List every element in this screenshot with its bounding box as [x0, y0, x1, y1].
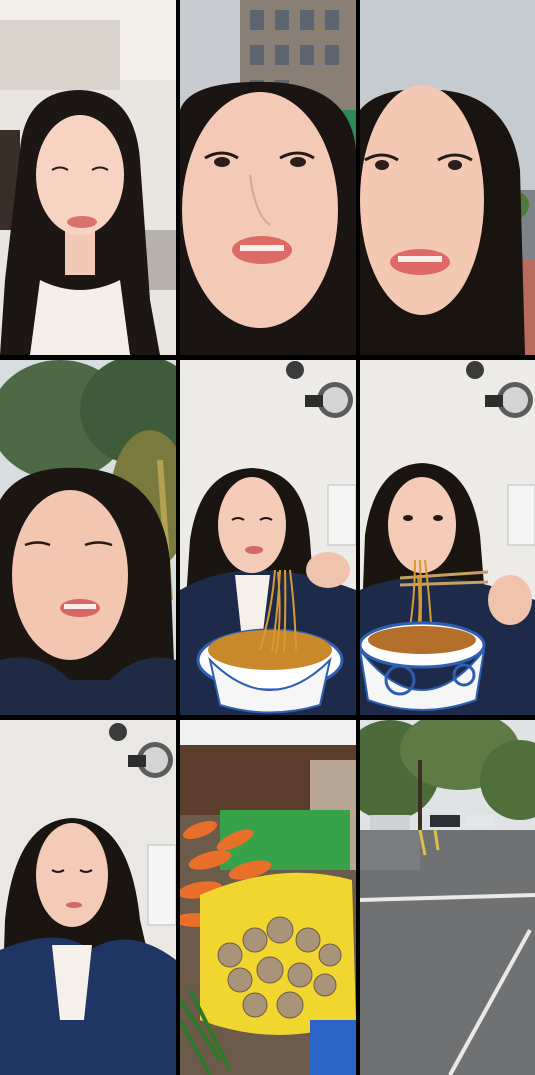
photo-eating-noodles-bite[interactable] — [360, 360, 535, 715]
photo-market-vegetables[interactable] — [180, 720, 356, 1075]
photo-selfie-indoor[interactable] — [0, 0, 176, 355]
photo-selfie-closeup-building[interactable]: 天 — [180, 0, 356, 355]
photo-empty-street[interactable] — [360, 720, 535, 1075]
photo-eating-noodles-look[interactable] — [180, 360, 356, 715]
photo-collage: 天 — [0, 0, 535, 1075]
photo-selfie-trees[interactable] — [0, 360, 176, 715]
photo-selfie-closeup-street[interactable] — [360, 0, 535, 355]
photo-portrait-jacket[interactable] — [0, 720, 176, 1075]
